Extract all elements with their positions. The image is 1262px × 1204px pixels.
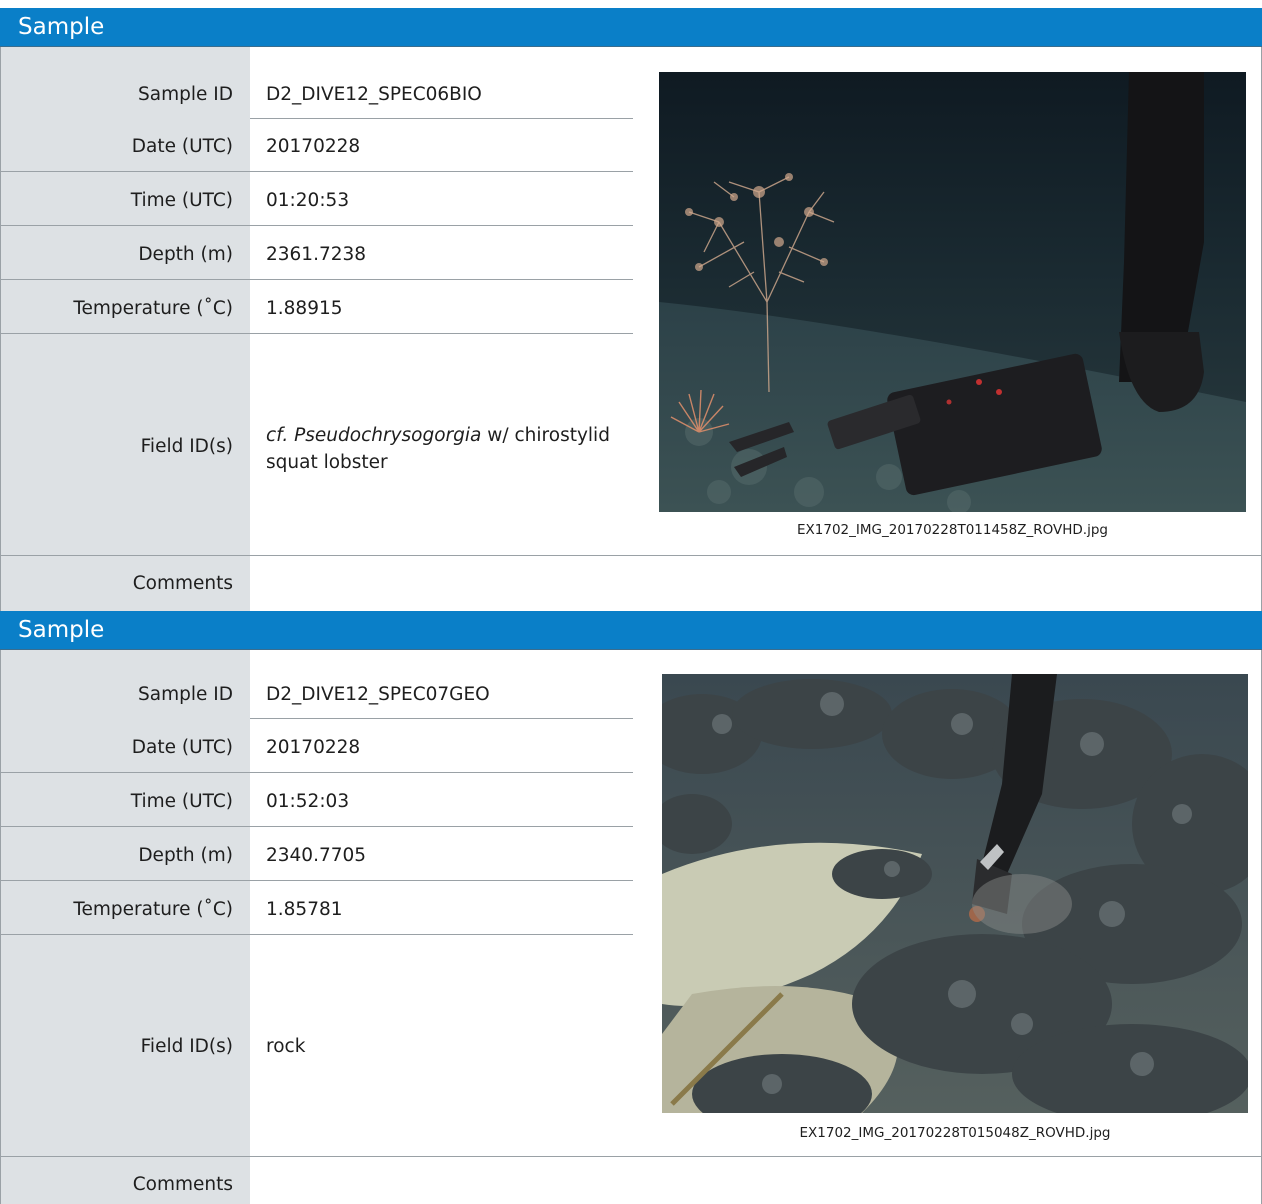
temperature-value: 1.85781	[266, 899, 343, 920]
temperature-label: Temperature (˚C)	[73, 899, 233, 920]
time-value: 01:52:03	[266, 791, 350, 812]
row-divider	[0, 279, 633, 280]
field-ids-value: cf. Pseudochrysogorgia w/ chirostylid sq…	[266, 422, 626, 476]
row-divider	[0, 225, 633, 226]
photo-caption: EX1702_IMG_20170228T011458Z_ROVHD.jpg	[797, 522, 1108, 538]
date-value: 20170228	[266, 737, 361, 758]
row-divider	[250, 718, 633, 719]
deep-sea-coral-photo	[659, 72, 1246, 512]
photo-caption: EX1702_IMG_20170228T015048Z_ROVHD.jpg	[799, 1125, 1111, 1141]
row-divider	[0, 826, 633, 827]
row-divider	[0, 171, 633, 172]
sample-id-value: D2_DIVE12_SPEC07GEO	[266, 684, 490, 705]
taxon-name: cf. Pseudochrysogorgia	[266, 425, 482, 446]
label-column	[0, 47, 250, 611]
row-divider	[0, 555, 1262, 556]
sample-photo	[662, 674, 1248, 1113]
date-label: Date (UTC)	[131, 136, 233, 157]
time-value: 01:20:53	[266, 190, 350, 211]
temperature-label: Temperature (˚C)	[73, 298, 233, 319]
depth-label: Depth (m)	[138, 845, 233, 866]
depth-value: 2361.7238	[266, 244, 367, 265]
date-label: Date (UTC)	[131, 737, 233, 758]
comments-label: Comments	[132, 1174, 233, 1195]
sample-header: Sample	[0, 8, 1262, 46]
sample-id-value: D2_DIVE12_SPEC06BIO	[266, 84, 482, 105]
left-border	[0, 47, 1, 611]
field-ids-label: Field ID(s)	[140, 1036, 233, 1057]
depth-value: 2340.7705	[266, 845, 367, 866]
rock-sampling-photo	[662, 674, 1248, 1113]
label-column	[0, 650, 250, 1204]
row-divider	[0, 1156, 1262, 1157]
sample-header: Sample	[0, 611, 1262, 649]
row-divider	[0, 333, 633, 334]
comments-label: Comments	[132, 573, 233, 594]
row-divider	[0, 772, 633, 773]
date-value: 20170228	[266, 136, 361, 157]
depth-label: Depth (m)	[138, 244, 233, 265]
row-divider	[250, 118, 633, 119]
row-divider	[0, 880, 633, 881]
temperature-value: 1.88915	[266, 298, 343, 319]
field-ids-label: Field ID(s)	[140, 436, 233, 457]
sample-photo	[659, 72, 1246, 512]
sample-id-label: Sample ID	[138, 84, 233, 105]
time-label: Time (UTC)	[130, 791, 233, 812]
field-ids-value: rock	[266, 1036, 306, 1057]
row-divider	[0, 934, 633, 935]
left-border	[0, 650, 1, 1204]
sample-id-label: Sample ID	[138, 684, 233, 705]
time-label: Time (UTC)	[130, 190, 233, 211]
